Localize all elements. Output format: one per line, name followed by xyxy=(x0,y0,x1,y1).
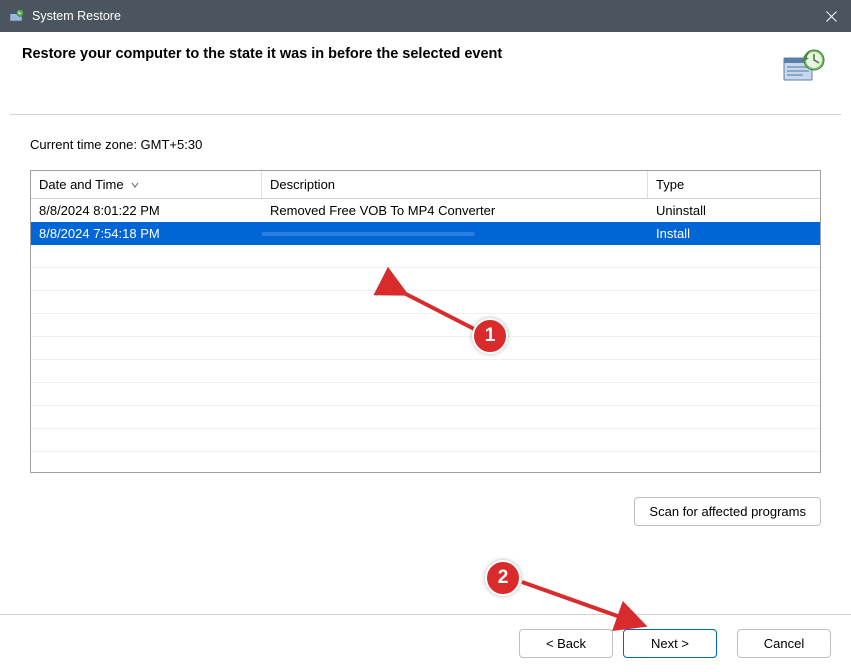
table-row[interactable]: 8/8/2024 7:54:18 PM Install xyxy=(31,222,820,245)
table-row[interactable]: 8/8/2024 8:01:22 PM Removed Free VOB To … xyxy=(31,199,820,222)
empty-row xyxy=(31,452,820,473)
empty-row xyxy=(31,429,820,452)
next-button[interactable]: Next > xyxy=(623,629,717,658)
empty-row xyxy=(31,314,820,337)
restore-points-list[interactable]: Date and Time Description Type 8/8/2024 … xyxy=(30,170,821,473)
cell-date: 8/8/2024 7:54:18 PM xyxy=(31,224,262,243)
column-header-description[interactable]: Description xyxy=(262,171,648,198)
column-header-description-label: Description xyxy=(270,177,335,192)
empty-row xyxy=(31,383,820,406)
empty-row xyxy=(31,337,820,360)
empty-row xyxy=(31,406,820,429)
wizard-header: Restore your computer to the state it wa… xyxy=(0,32,851,104)
empty-row xyxy=(31,268,820,291)
page-title: Restore your computer to the state it wa… xyxy=(22,46,502,62)
restore-header-icon xyxy=(781,46,825,90)
empty-row xyxy=(31,360,820,383)
column-header-type[interactable]: Type xyxy=(648,171,803,198)
list-body: 8/8/2024 8:01:22 PM Removed Free VOB To … xyxy=(31,199,820,473)
empty-row xyxy=(31,245,820,268)
list-header: Date and Time Description Type xyxy=(31,171,820,199)
scan-affected-programs-button[interactable]: Scan for affected programs xyxy=(634,497,821,526)
scan-button-row: Scan for affected programs xyxy=(30,497,821,526)
cancel-button[interactable]: Cancel xyxy=(737,629,831,658)
cell-date: 8/8/2024 8:01:22 PM xyxy=(31,201,262,220)
annotation-badge-2-label: 2 xyxy=(485,560,521,596)
sort-descending-icon xyxy=(130,180,140,190)
cell-type: Uninstall xyxy=(648,201,803,220)
column-header-date-label: Date and Time xyxy=(39,177,124,192)
cell-description: Removed Free VOB To MP4 Converter xyxy=(262,201,648,220)
back-button[interactable]: < Back xyxy=(519,629,613,658)
titlebar-title: System Restore xyxy=(32,9,843,23)
titlebar: System Restore xyxy=(0,0,851,32)
cell-description xyxy=(262,232,648,236)
column-header-type-label: Type xyxy=(656,177,684,192)
wizard-footer: < Back Next > Cancel xyxy=(0,614,851,672)
column-header-date[interactable]: Date and Time xyxy=(31,171,262,198)
timezone-label: Current time zone: GMT+5:30 xyxy=(30,137,821,152)
close-button[interactable] xyxy=(811,0,851,32)
annotation-badge-2: 2 xyxy=(485,560,521,596)
empty-row xyxy=(31,291,820,314)
content-area: Current time zone: GMT+5:30 Date and Tim… xyxy=(0,115,851,526)
system-restore-icon xyxy=(8,8,24,24)
cell-type: Install xyxy=(648,224,803,243)
